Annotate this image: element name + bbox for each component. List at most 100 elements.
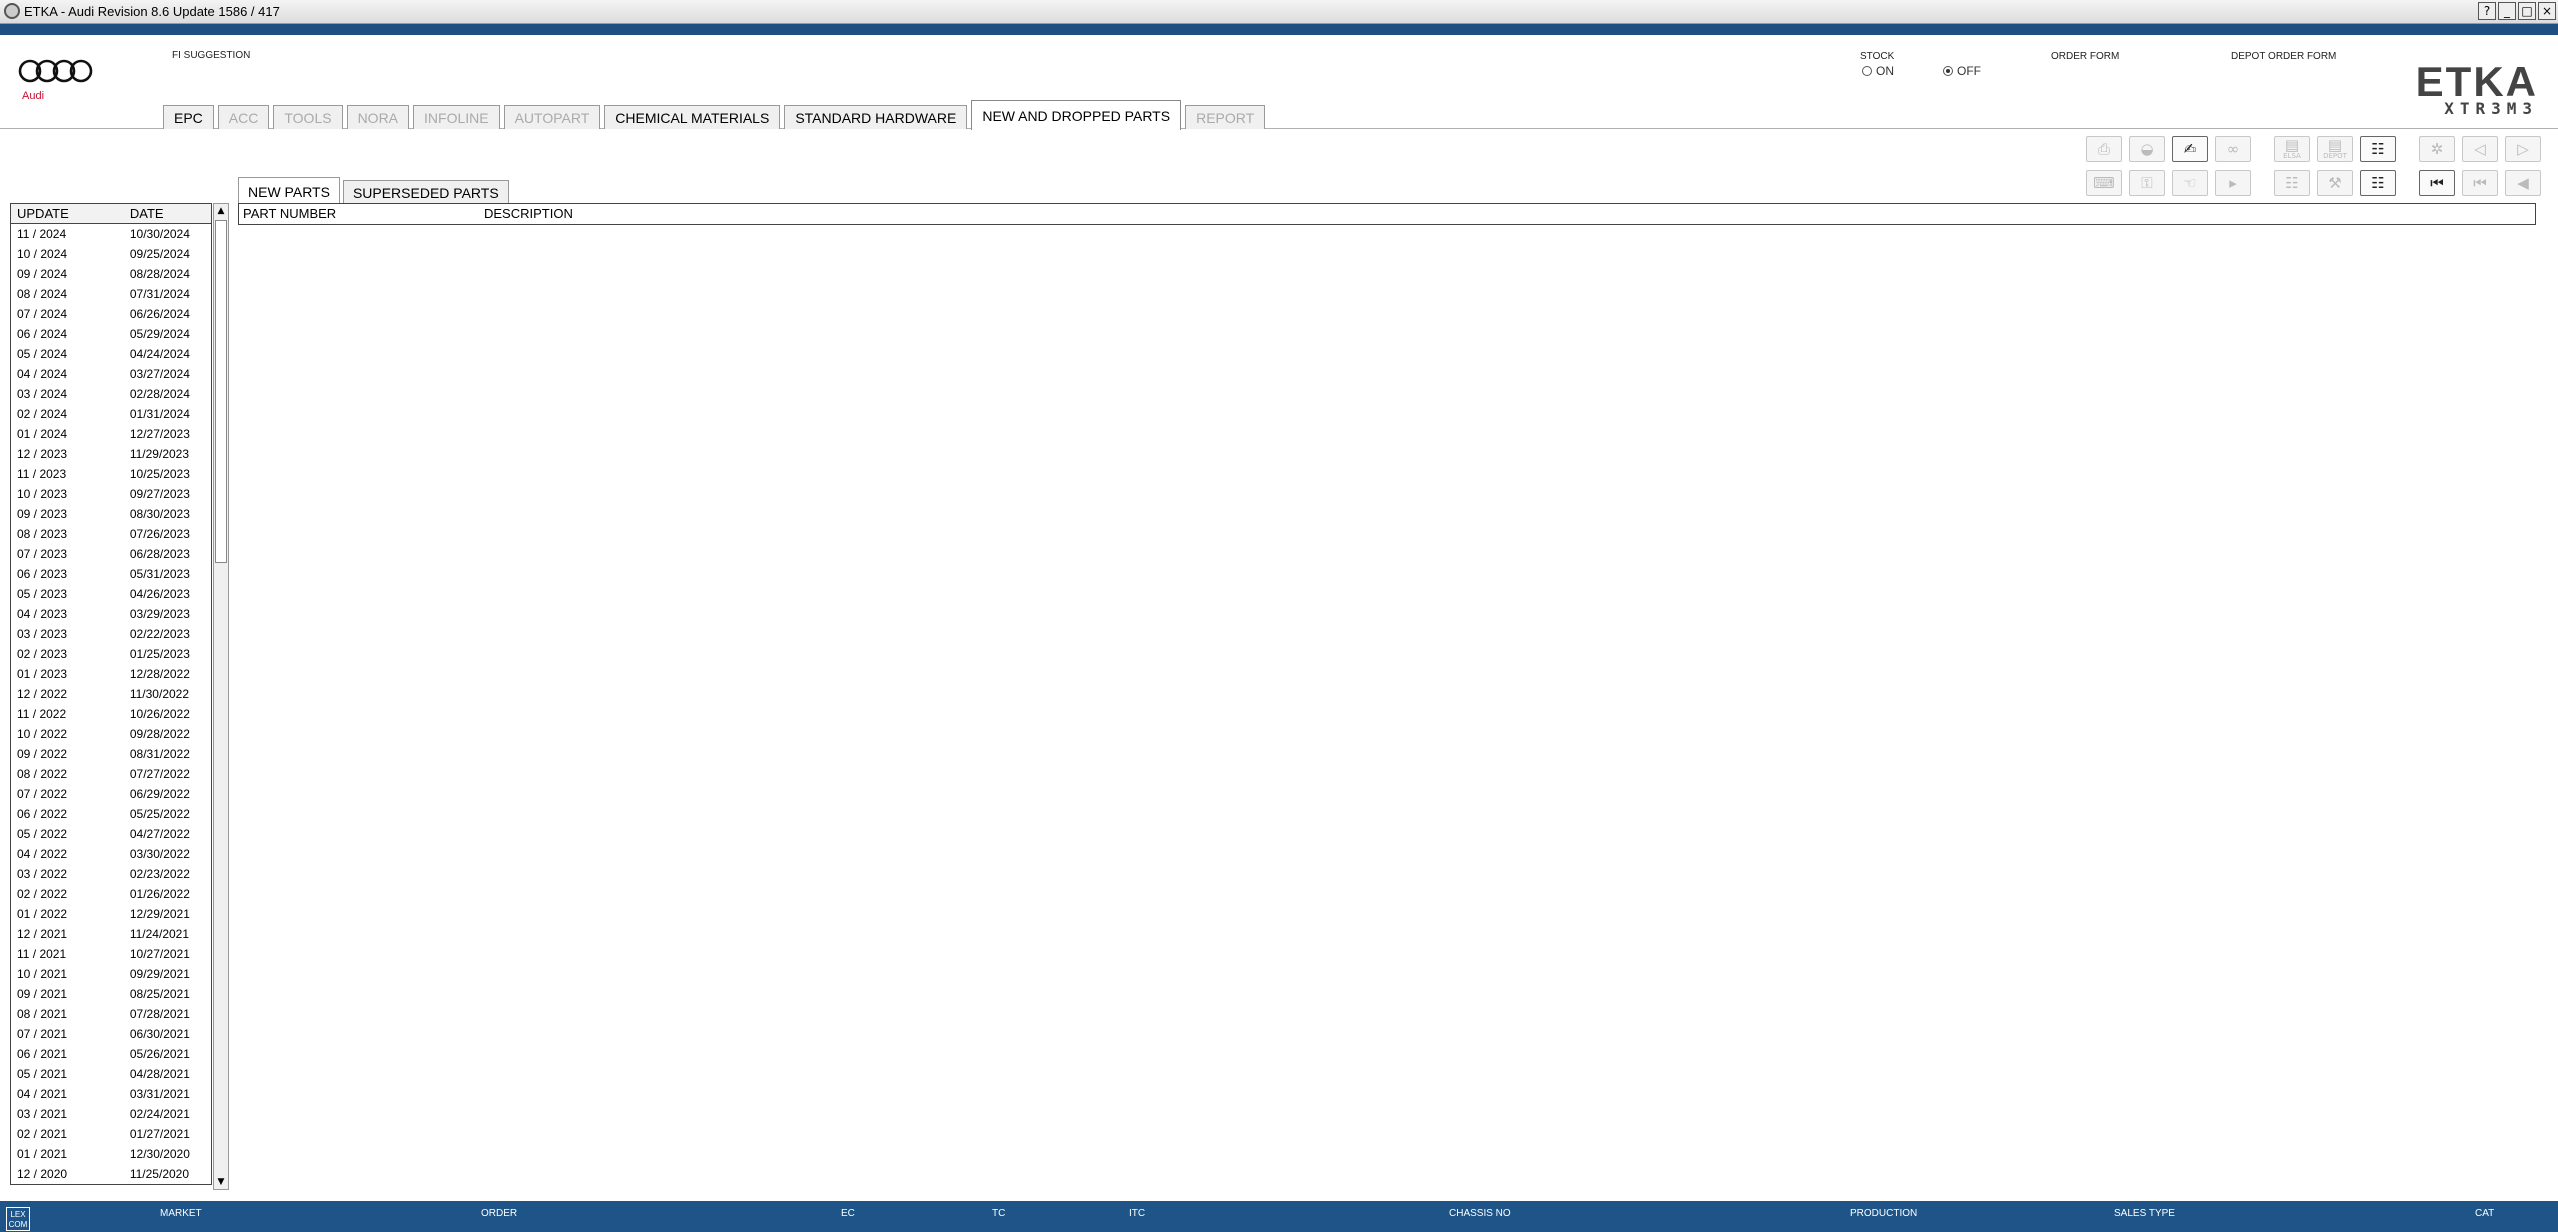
table-row[interactable]: 02 / 2021 01/27/2021	[11, 1124, 211, 1144]
table-row[interactable]: 09 / 2023 08/30/2023	[11, 504, 211, 524]
column-header-date[interactable]: DATE	[130, 204, 211, 223]
table-row[interactable]: 10 / 2022 09/28/2022	[11, 724, 211, 744]
column-header-part-number[interactable]: PART NUMBER	[243, 204, 336, 224]
column-header-description[interactable]: DESCRIPTION	[484, 204, 573, 224]
calculator-button[interactable]: ☷	[2274, 170, 2310, 196]
table-row[interactable]: 11 / 2021 10/27/2021	[11, 944, 211, 964]
table-row[interactable]: 04 / 2022 03/30/2022	[11, 844, 211, 864]
minimize-button[interactable]: _	[2498, 2, 2516, 20]
tab-standard-hardware[interactable]: STANDARD HARDWARE	[784, 105, 968, 129]
table-row[interactable]: 02 / 2023 01/25/2023	[11, 644, 211, 664]
table-row[interactable]: 03 / 2024 02/28/2024	[11, 384, 211, 404]
update-cell: 06 / 2023	[17, 567, 68, 581]
back-button[interactable]: ◀	[2505, 170, 2541, 196]
table-row[interactable]: 11 / 2023 10/25/2023	[11, 464, 211, 484]
stamp-button[interactable]: ◒	[2129, 136, 2165, 162]
table-row[interactable]: 04 / 2024 03/27/2024	[11, 364, 211, 384]
table-row[interactable]: 12 / 2022 11/30/2022	[11, 684, 211, 704]
table-row[interactable]: 10 / 2023 09/27/2023	[11, 484, 211, 504]
keyboard-button[interactable]: ⌨	[2086, 170, 2122, 196]
table-row[interactable]: 08 / 2022 07/27/2022	[11, 764, 211, 784]
elsa-button[interactable]: ▤ ELSA	[2274, 136, 2310, 162]
app-menu-icon[interactable]	[4, 3, 20, 19]
table-row[interactable]: 02 / 2024 01/31/2024	[11, 404, 211, 424]
table-row[interactable]: 01 / 2021 12/30/2020	[11, 1144, 211, 1164]
tab-new-parts[interactable]: NEW PARTS	[238, 177, 340, 205]
table-row[interactable]: 10 / 2024 09/25/2024	[11, 244, 211, 264]
table-row[interactable]: 09 / 2022 08/31/2022	[11, 744, 211, 764]
scrollbar-thumb[interactable]	[215, 220, 227, 563]
status-order: ORDER	[481, 1208, 518, 1219]
maximize-button[interactable]: □	[2518, 2, 2536, 20]
update-cell: 01 / 2021	[17, 1147, 68, 1161]
table-row[interactable]: 06 / 2022 05/25/2022	[11, 804, 211, 824]
pin-button[interactable]: ✲	[2419, 136, 2455, 162]
table-row[interactable]: 03 / 2023 02/22/2023	[11, 624, 211, 644]
table-row[interactable]: 06 / 2023 05/31/2023	[11, 564, 211, 584]
order-form-label[interactable]: ORDER FORM	[2051, 51, 2119, 62]
table-row[interactable]: 03 / 2021 02/24/2021	[11, 1104, 211, 1124]
table-row[interactable]: 11 / 2022 10/26/2022	[11, 704, 211, 724]
table-row[interactable]: 01 / 2024 12/27/2023	[11, 424, 211, 444]
expand-button[interactable]: ▸	[2215, 170, 2251, 196]
hand-button[interactable]: ☜	[2172, 170, 2208, 196]
table-row[interactable]: 05 / 2021 04/28/2021	[11, 1064, 211, 1084]
chassis-button[interactable]: ⚒	[2317, 170, 2353, 196]
table-row[interactable]: 08 / 2023 07/26/2023	[11, 524, 211, 544]
table-row[interactable]: 12 / 2023 11/29/2023	[11, 444, 211, 464]
tab-chemical-materials[interactable]: CHEMICAL MATERIALS	[604, 105, 781, 129]
page-forward-button[interactable]: ▷	[2505, 136, 2541, 162]
table-row[interactable]: 03 / 2022 02/23/2022	[11, 864, 211, 884]
help-button[interactable]: ?	[2478, 2, 2496, 20]
fi-suggestion-label[interactable]: FI SUGGESTION	[172, 50, 250, 61]
table-row[interactable]: 05 / 2023 04/26/2023	[11, 584, 211, 604]
table-row[interactable]: 01 / 2023 12/28/2022	[11, 664, 211, 684]
table-row[interactable]: 06 / 2024 05/29/2024	[11, 324, 211, 344]
handshake-button[interactable]: ✍	[2172, 136, 2208, 162]
date-cell: 10/30/2024	[129, 227, 190, 241]
tab-tools: TOOLS	[273, 105, 343, 129]
table-row[interactable]: 07 / 2022 06/29/2022	[11, 784, 211, 804]
update-list-scrollbar[interactable]: ▲ ▼	[213, 203, 229, 1190]
previous-button[interactable]: ⏮	[2462, 170, 2498, 196]
update-cell: 12 / 2021	[17, 927, 68, 941]
table-row[interactable]: 09 / 2024 08/28/2024	[11, 264, 211, 284]
table-row[interactable]: 01 / 2022 12/29/2021	[11, 904, 211, 924]
scroll-down-icon[interactable]: ▼	[214, 1175, 228, 1189]
depot-order-form-label[interactable]: DEPOT ORDER FORM	[2231, 51, 2336, 62]
table-row[interactable]: 12 / 2020 11/25/2020	[11, 1164, 211, 1184]
stock-on-radio[interactable]: ON	[1862, 64, 1894, 78]
close-button[interactable]: ×	[2538, 2, 2556, 20]
cart-add-button[interactable]: ☷	[2360, 170, 2396, 196]
tab-new-and-dropped-parts[interactable]: NEW AND DROPPED PARTS	[971, 100, 1182, 130]
print-button[interactable]: ⎙	[2086, 136, 2122, 162]
table-row[interactable]: 08 / 2021 07/28/2021	[11, 1004, 211, 1024]
table-row[interactable]: 05 / 2024 04/24/2024	[11, 344, 211, 364]
table-row[interactable]: 08 / 2024 07/31/2024	[11, 284, 211, 304]
tab-superseded-parts[interactable]: SUPERSEDED PARTS	[342, 180, 509, 204]
table-row[interactable]: 12 / 2021 11/24/2021	[11, 924, 211, 944]
update-cell: 08 / 2023	[17, 527, 68, 541]
table-row[interactable]: 10 / 2021 09/29/2021	[11, 964, 211, 984]
cart-button[interactable]: ☷	[2360, 136, 2396, 162]
glasses-button[interactable]: ∞	[2215, 136, 2251, 162]
table-row[interactable]: 09 / 2021 08/25/2021	[11, 984, 211, 1004]
page-back-button[interactable]: ◁	[2462, 136, 2498, 162]
tab-epc[interactable]: EPC	[163, 105, 214, 129]
scroll-up-icon[interactable]: ▲	[214, 204, 228, 218]
table-row[interactable]: 05 / 2022 04/27/2022	[11, 824, 211, 844]
table-row[interactable]: 02 / 2022 01/26/2022	[11, 884, 211, 904]
stock-off-radio[interactable]: OFF	[1943, 64, 1981, 78]
table-row[interactable]: 07 / 2021 06/30/2021	[11, 1024, 211, 1044]
key-button[interactable]: ⚿	[2129, 170, 2165, 196]
column-header-update[interactable]: UPDATE	[11, 204, 130, 223]
first-page-button[interactable]: ⏮	[2419, 170, 2455, 196]
depot-button[interactable]: ▤ DEPOT	[2317, 136, 2353, 162]
window-title-bar[interactable]: ETKA - Audi Revision 8.6 Update 1586 / 4…	[0, 0, 2558, 24]
table-row[interactable]: 04 / 2023 03/29/2023	[11, 604, 211, 624]
table-row[interactable]: 11 / 2024 10/30/2024	[11, 224, 211, 244]
table-row[interactable]: 06 / 2021 05/26/2021	[11, 1044, 211, 1064]
table-row[interactable]: 07 / 2024 06/26/2024	[11, 304, 211, 324]
table-row[interactable]: 07 / 2023 06/28/2023	[11, 544, 211, 564]
table-row[interactable]: 04 / 2021 03/31/2021	[11, 1084, 211, 1104]
